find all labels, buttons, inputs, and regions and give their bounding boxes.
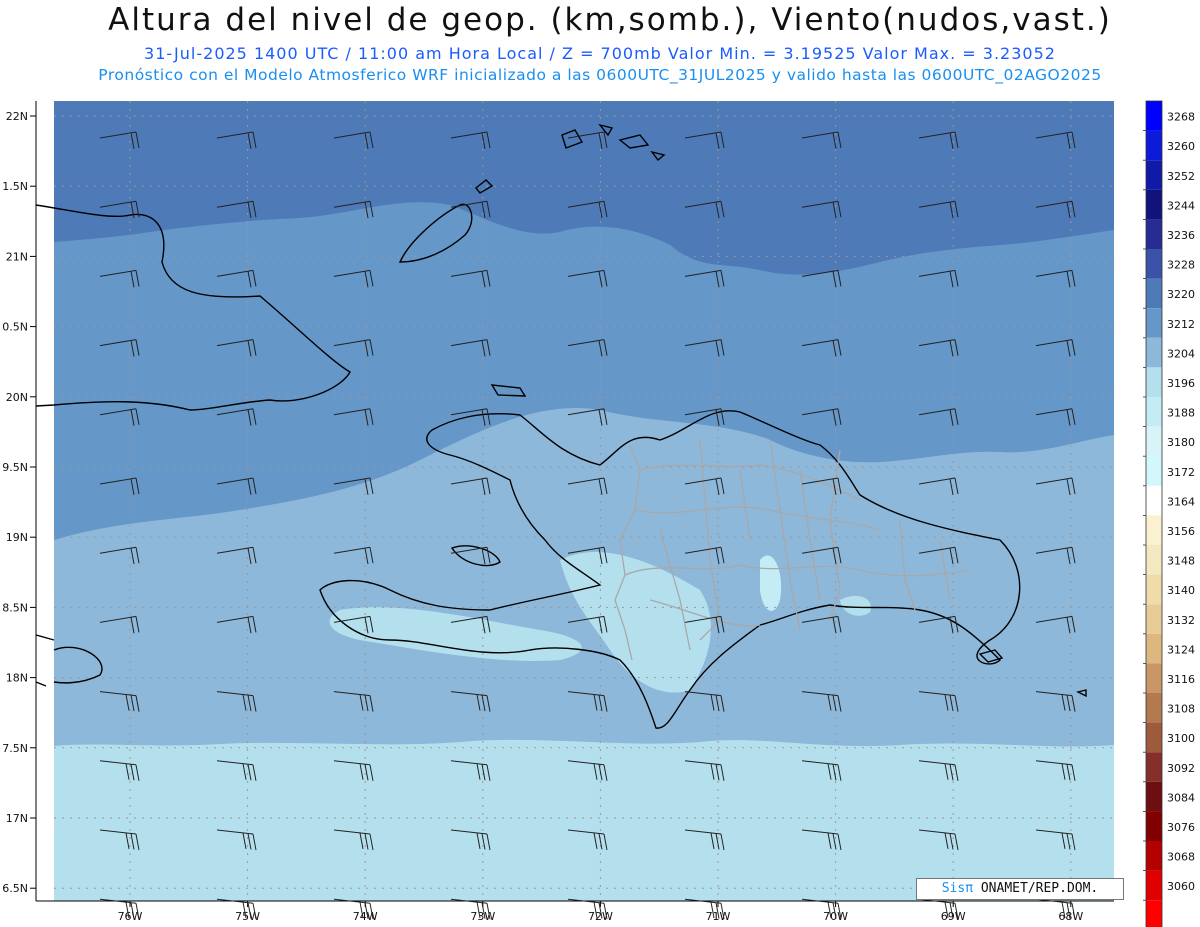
colorbar-label: 3196: [1167, 377, 1195, 390]
colorbar-label: 3108: [1167, 703, 1195, 716]
colorbar-swatch: [1146, 870, 1162, 901]
colorbar-swatch: [1146, 130, 1162, 161]
colorbar-swatch: [1146, 101, 1162, 131]
colorbar-label: 3204: [1167, 347, 1195, 360]
lat-tick-label: 17N: [6, 812, 28, 825]
colorbar: 3268 3260 3252 3244 3236 3228 3220 3212 3204 3196…: [1143, 100, 1195, 927]
lon-tick-label: 75W: [235, 910, 260, 923]
colorbar-label: 3228: [1167, 259, 1195, 272]
colorbar-label: 3180: [1167, 436, 1195, 449]
colorbar-swatch: [1146, 693, 1162, 723]
forecast-map: 22N 1.5N 21N 0.5N 20N 9.5N 19N 8.5N 18N 7.5N 17N 6.…: [2, 100, 1195, 927]
lat-tick-label: 8.5N: [2, 601, 28, 614]
colorbar-label: 3252: [1167, 170, 1195, 183]
colorbar-label: 3156: [1167, 525, 1195, 538]
colorbar-swatch: [1146, 189, 1162, 220]
lat-tick-label: 7.5N: [2, 742, 28, 755]
colorbar-swatch: [1146, 633, 1162, 664]
colorbar-label: 3188: [1167, 407, 1195, 420]
colorbar-swatch: [1146, 308, 1162, 338]
colorbar-label: 3116: [1167, 673, 1195, 686]
colorbar-swatch: [1146, 574, 1162, 605]
lat-tick-label: 21N: [6, 250, 28, 263]
sispi-logo-text: Sisπ: [941, 881, 974, 896]
latitude-axis: 22N 1.5N 21N 0.5N 20N 9.5N 19N 8.5N 18N 7.5N 17N 6.…: [2, 101, 37, 901]
colorbar-swatch: [1146, 367, 1162, 397]
colorbar-label: 3212: [1167, 318, 1195, 331]
colorbar-label: 3244: [1167, 199, 1195, 212]
colorbar-label: 3084: [1167, 791, 1195, 804]
lat-tick-label: 18N: [6, 672, 28, 685]
lat-tick-label: 22N: [6, 110, 28, 123]
lon-tick-label: 73W: [470, 910, 495, 923]
colorbar-label: 3140: [1167, 584, 1195, 597]
lon-tick-label: 68W: [1058, 910, 1083, 923]
colorbar-label: 3092: [1167, 762, 1195, 775]
colorbar-swatch: [1146, 841, 1162, 871]
lat-tick-label: 1.5N: [2, 180, 28, 193]
colorbar-swatch: [1146, 811, 1162, 841]
colorbar-swatch: [1146, 278, 1162, 309]
colorbar-swatch: [1146, 752, 1162, 782]
colorbar-swatch: [1146, 249, 1162, 279]
colorbar-swatch: [1146, 722, 1162, 753]
lat-tick-label: 19N: [6, 531, 28, 544]
colorbar-swatch: [1146, 426, 1162, 457]
colorbar-label: 3164: [1167, 495, 1195, 508]
credit-box: Sisπ ONAMET/REP.DOM.: [916, 878, 1124, 900]
longitude-axis: 76W 75W 74W 73W 72W 71W 70W 69W 68W: [36, 900, 1114, 923]
lon-tick-label: 74W: [353, 910, 378, 923]
colorbar-swatch: [1146, 663, 1162, 693]
lat-tick-label: 9.5N: [2, 461, 28, 474]
colorbar-swatch: [1146, 337, 1162, 368]
colorbar-label: 3100: [1167, 732, 1195, 745]
colorbar-swatch: [1146, 485, 1162, 516]
credit-text: ONAMET/REP.DOM.: [973, 881, 1099, 896]
colorbar-label: 3220: [1167, 288, 1195, 301]
colorbar-swatch: [1146, 515, 1162, 545]
colorbar-swatch: [1146, 160, 1162, 190]
colorbar-label: 3124: [1167, 643, 1195, 656]
colorbar-label: 3236: [1167, 229, 1195, 242]
lon-tick-label: 69W: [941, 910, 966, 923]
colorbar-label: 3268: [1167, 111, 1195, 124]
colorbar-label: 3068: [1167, 851, 1195, 864]
colorbar-swatch: [1146, 604, 1162, 634]
lat-tick-label: 0.5N: [2, 321, 28, 334]
colorbar-label: 3076: [1167, 821, 1195, 834]
colorbar-label: 3260: [1167, 140, 1195, 153]
colorbar-swatch: [1146, 545, 1162, 575]
lat-tick-label: 20N: [6, 391, 28, 404]
lat-tick-label: 6.5N: [2, 882, 28, 895]
colorbar-label: 3172: [1167, 466, 1195, 479]
colorbar-swatch: [1146, 456, 1162, 486]
colorbar-label: 3148: [1167, 555, 1195, 568]
geopotential-field: [54, 101, 1114, 901]
colorbar-label: 3132: [1167, 614, 1195, 627]
colorbar-swatch: [1146, 900, 1162, 927]
colorbar-swatch: [1146, 397, 1162, 427]
colorbar-swatch: [1146, 781, 1162, 812]
colorbar-label: 3060: [1167, 880, 1195, 893]
colorbar-swatch: [1146, 219, 1162, 249]
